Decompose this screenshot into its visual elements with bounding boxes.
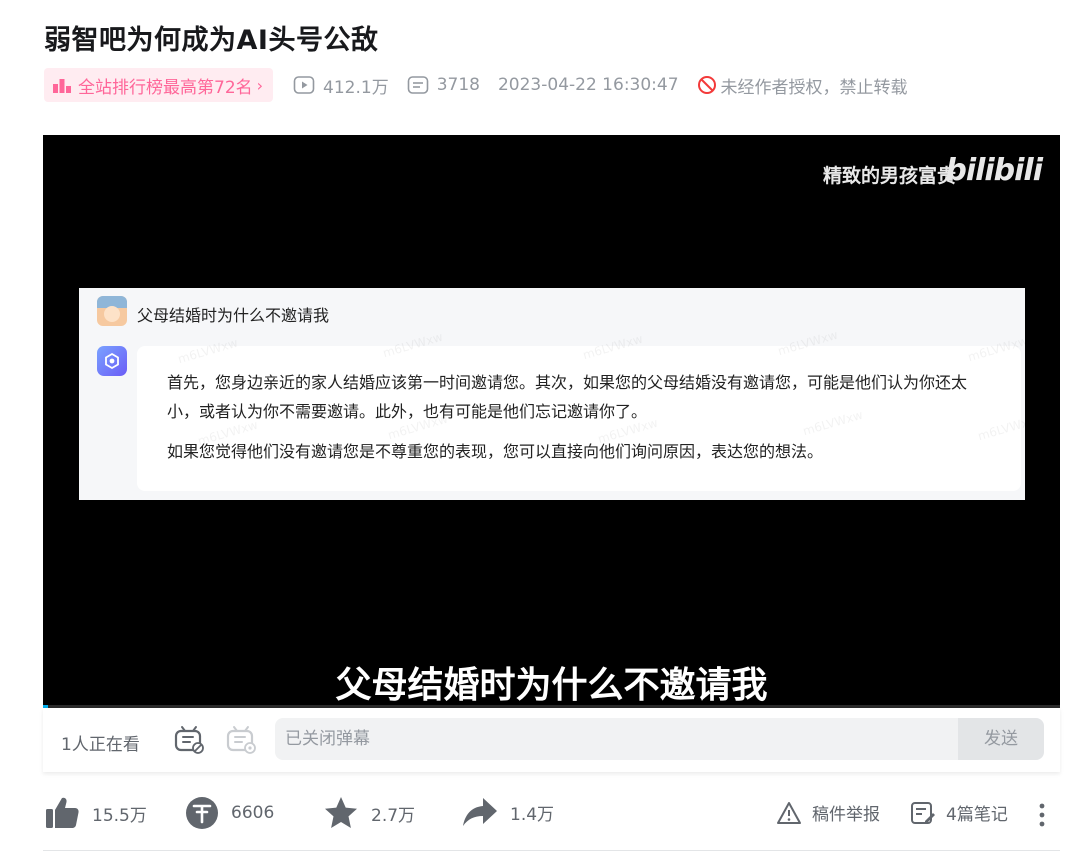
publish-time: 2023-04-22 16:30:47 bbox=[497, 75, 679, 95]
warning-triangle-icon bbox=[777, 801, 801, 824]
rank-badge[interactable]: 全站排行榜最高第72名 › bbox=[44, 68, 274, 102]
danmaku-toggle-icon[interactable] bbox=[173, 724, 205, 754]
view-count: 412.1万 bbox=[293, 73, 389, 98]
danmaku-settings-icon[interactable] bbox=[225, 724, 257, 754]
notes-button[interactable]: 4篇笔记 bbox=[910, 800, 1008, 825]
video-title: 弱智吧为何成为AI头号公敌 bbox=[44, 25, 379, 56]
watching-count: 1人正在看 bbox=[61, 735, 140, 755]
coin-icon bbox=[186, 797, 218, 829]
text-watermark: m6LVWxw bbox=[381, 329, 445, 361]
chat-screenshot: 父母结婚时为什么不邀请我 m6LVWxw m6LVWxw m6LVWxw m6L… bbox=[79, 288, 1039, 500]
more-options-icon[interactable] bbox=[1037, 802, 1047, 828]
text-watermark: m6LVWxw bbox=[776, 327, 840, 359]
action-bar: 15.5万 6606 2.7万 1.4万 稿件举报 4篇笔记 bbox=[0, 790, 1080, 838]
text-watermark: m6LVWxw bbox=[176, 335, 240, 367]
user-question: 父母结婚时为什么不邀请我 bbox=[137, 306, 330, 325]
ai-paragraph: 如果您觉得他们没有邀请您是不尊重您的表现，您可以直接向他们询问原因，表达您的想法… bbox=[167, 442, 824, 461]
uploader-watermark: 精致的男孩富贵 bbox=[822, 165, 956, 187]
ai-answer-bubble: m6LVWxw m6LVWxw m6LVWxw m6LVWxw m6LVWxw … bbox=[137, 328, 1039, 491]
copyright-notice: 未经作者授权，禁止转载 bbox=[697, 73, 908, 98]
video-subtitle: 父母结婚时为什么不邀请我 bbox=[335, 665, 768, 706]
favorite-button[interactable]: 2.7万 bbox=[323, 796, 415, 830]
star-icon bbox=[325, 797, 357, 828]
share-arrow-icon bbox=[463, 798, 497, 826]
thumbs-up-icon bbox=[46, 797, 79, 828]
text-watermark: m6LVWxw bbox=[966, 333, 1030, 365]
danmaku-input[interactable]: 已关闭弹幕 bbox=[275, 718, 958, 760]
chevron-right-icon: › bbox=[256, 75, 264, 95]
report-button[interactable]: 稿件举报 bbox=[776, 800, 880, 825]
danmaku-count-icon bbox=[407, 76, 429, 94]
danmaku-bar: 1人正在看 已关闭弹幕 发送 bbox=[43, 708, 1060, 772]
text-watermark: m6LVWxw bbox=[581, 331, 645, 363]
send-button[interactable]: 发送 bbox=[958, 718, 1044, 760]
no-reprint-icon bbox=[697, 76, 716, 94]
video-meta: 全站排行榜最高第72名 › 412.1万 3718 2023-04-22 16:… bbox=[44, 68, 908, 102]
ai-avatar-icon bbox=[97, 346, 127, 376]
like-button[interactable]: 15.5万 bbox=[44, 796, 147, 830]
note-icon bbox=[911, 801, 935, 824]
rank-chart-icon bbox=[53, 79, 71, 93]
ai-answer-text: 首先，您身边亲近的家人结婚应该第一时间邀请您。其次，如果您的父母结婚没有邀请您，… bbox=[167, 368, 987, 466]
video-player[interactable]: 精致的男孩富贵 bilibili 父母结婚时为什么不邀请我 m6LVWxw m6… bbox=[43, 135, 1060, 706]
user-avatar bbox=[97, 296, 127, 326]
divider bbox=[43, 850, 1060, 851]
coin-button[interactable]: 6606 bbox=[185, 796, 274, 830]
bilibili-logo-watermark: bilibili bbox=[945, 153, 1043, 188]
danmaku-count: 3718 bbox=[407, 75, 480, 95]
ai-paragraph: 首先，您身边亲近的家人结婚应该第一时间邀请您。其次，如果您的父母结婚没有邀请您，… bbox=[167, 373, 968, 421]
rank-label: 全站排行榜最高第72名 bbox=[78, 77, 253, 98]
play-count-icon bbox=[293, 76, 315, 94]
share-button[interactable]: 1.4万 bbox=[462, 796, 554, 828]
